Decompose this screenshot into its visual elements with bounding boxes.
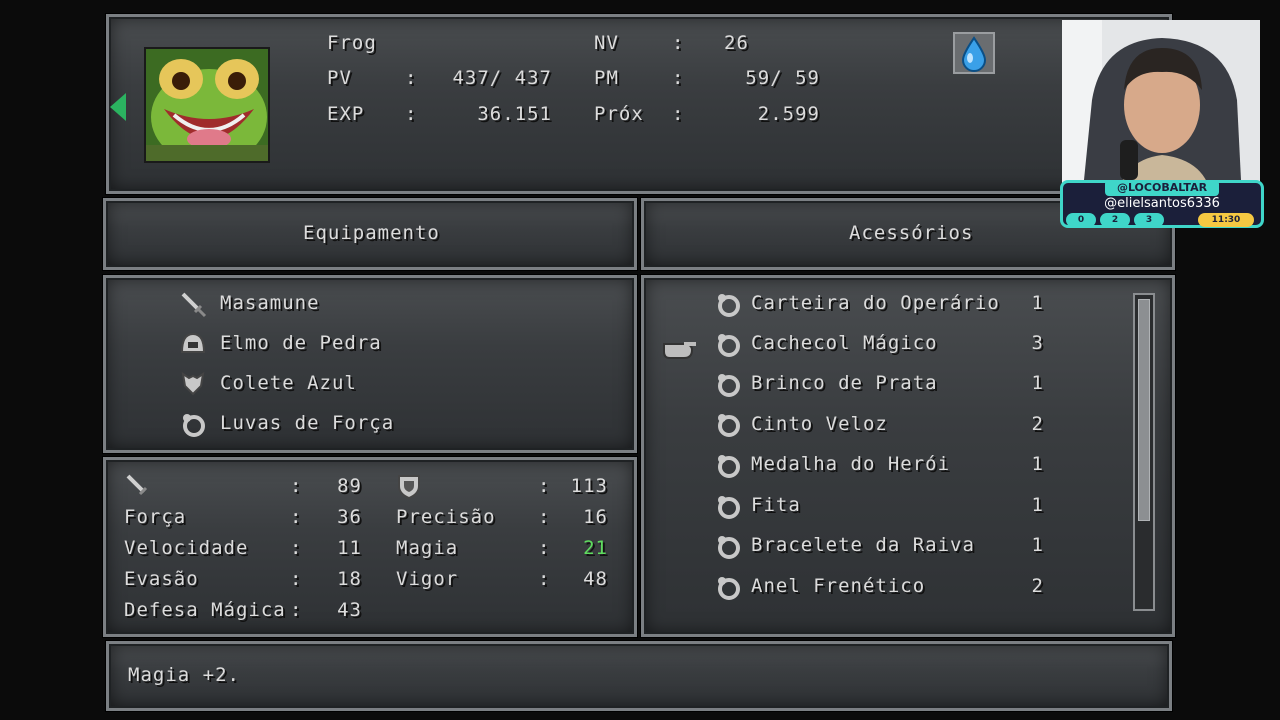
mp-label: PM	[594, 67, 619, 89]
ring-icon	[714, 532, 742, 560]
shield-icon	[395, 472, 423, 500]
colon: :	[538, 506, 551, 528]
speed-value: 11	[337, 537, 362, 559]
colon: :	[290, 599, 303, 621]
attack-value: 89	[337, 475, 362, 497]
colon: :	[405, 103, 418, 125]
stamina-label: Vigor	[396, 568, 459, 590]
equipment-weapon[interactable]: Masamune	[220, 292, 320, 314]
evasion-label: Evasão	[124, 568, 199, 590]
evasion-value: 18	[337, 568, 362, 590]
accessory-item-qty: 2	[1031, 413, 1044, 435]
stamina-value: 48	[583, 568, 608, 590]
colon: :	[290, 506, 303, 528]
ring-icon	[714, 290, 742, 318]
accessory-item-qty: 1	[1031, 372, 1044, 394]
equipment-header: Equipamento	[303, 222, 440, 244]
overlay-handle-main: @elielsantos6336	[1104, 196, 1220, 211]
accessory-item-name[interactable]: Cinto Veloz	[751, 413, 888, 435]
accessory-item-qty: 1	[1031, 453, 1044, 475]
accessory-item-name[interactable]: Cachecol Mágico	[751, 332, 938, 354]
accessory-item-qty: 1	[1031, 494, 1044, 516]
streamer-webcam	[1062, 20, 1260, 200]
exp-label: EXP	[327, 103, 365, 125]
hand-cursor-icon	[662, 334, 698, 362]
strength-value: 36	[337, 506, 362, 528]
hp-value: 437/ 437	[452, 67, 552, 89]
accessories-scrollbar[interactable]	[1133, 293, 1155, 611]
colon: :	[538, 568, 551, 590]
accessory-item-name[interactable]: Brinco de Prata	[751, 372, 938, 394]
defense-value: 113	[570, 475, 608, 497]
colon: :	[290, 475, 303, 497]
item-description: Magia +2.	[128, 664, 240, 686]
colon: :	[405, 67, 418, 89]
previous-character-arrow-icon[interactable]	[110, 93, 126, 121]
accessory-item-name[interactable]: Fita	[751, 494, 801, 516]
accessory-item-name[interactable]: Carteira do Operário	[751, 292, 1000, 314]
accessory-item-qty: 1	[1031, 534, 1044, 556]
equipment-armor[interactable]: Colete Azul	[220, 372, 357, 394]
ring-icon	[714, 451, 742, 479]
accuracy-label: Precisão	[396, 506, 496, 528]
ring-icon	[714, 492, 742, 520]
equipment-accessory[interactable]: Luvas de Força	[220, 412, 394, 434]
scrollbar-thumb[interactable]	[1138, 299, 1150, 521]
character-portrait	[144, 47, 270, 163]
colon: :	[538, 475, 551, 497]
accessory-item-name[interactable]: Medalha do Herói	[751, 453, 950, 475]
colon: :	[672, 103, 685, 125]
accessory-item-name[interactable]: Bracelete da Raiva	[751, 534, 975, 556]
colon: :	[290, 537, 303, 559]
magic-defense-value: 43	[337, 599, 362, 621]
mp-value: 59/ 59	[745, 67, 820, 89]
colon: :	[290, 568, 303, 590]
overlay-clock: 11:30	[1198, 213, 1254, 227]
ring-icon	[714, 330, 742, 358]
ring-icon	[714, 573, 742, 601]
strength-label: Força	[124, 506, 187, 528]
ring-icon	[179, 410, 207, 438]
magic-defense-label: Defesa Mágica	[124, 599, 286, 621]
hp-label: PV	[327, 67, 352, 89]
colon: :	[672, 32, 685, 54]
overlay-handle-top: @LOCOBALTAR	[1105, 180, 1219, 196]
exp-value: 36.151	[477, 103, 552, 125]
speed-label: Velocidade	[124, 537, 249, 559]
character-name: Frog	[327, 32, 377, 54]
level-label: NV	[594, 32, 619, 54]
accessory-item-qty: 1	[1031, 292, 1044, 314]
magic-label: Magia	[396, 537, 459, 559]
colon: :	[538, 537, 551, 559]
accuracy-value: 16	[583, 506, 608, 528]
next-level-value: 2.599	[757, 103, 820, 125]
overlay-count-pill: 0	[1066, 213, 1096, 227]
accessory-item-qty: 2	[1031, 575, 1044, 597]
accessory-item-name[interactable]: Anel Frenético	[751, 575, 925, 597]
sword-icon	[179, 290, 207, 318]
next-level-label: Próx	[594, 103, 644, 125]
overlay-count-pill: 3	[1134, 213, 1164, 227]
equipment-helmet[interactable]: Elmo de Pedra	[220, 332, 382, 354]
level-value: 26	[724, 32, 749, 54]
magic-value: 21	[583, 537, 608, 559]
accessory-item-qty: 3	[1031, 332, 1044, 354]
overlay-count-pill: 2	[1100, 213, 1130, 227]
armor-icon	[179, 370, 207, 398]
colon: :	[672, 67, 685, 89]
accessories-header: Acessórios	[849, 222, 974, 244]
description-panel	[106, 641, 1172, 711]
ring-icon	[714, 370, 742, 398]
water-drop-icon	[953, 32, 995, 74]
ring-icon	[714, 410, 742, 438]
attack-sword-icon	[124, 472, 152, 500]
helmet-icon	[179, 330, 207, 358]
